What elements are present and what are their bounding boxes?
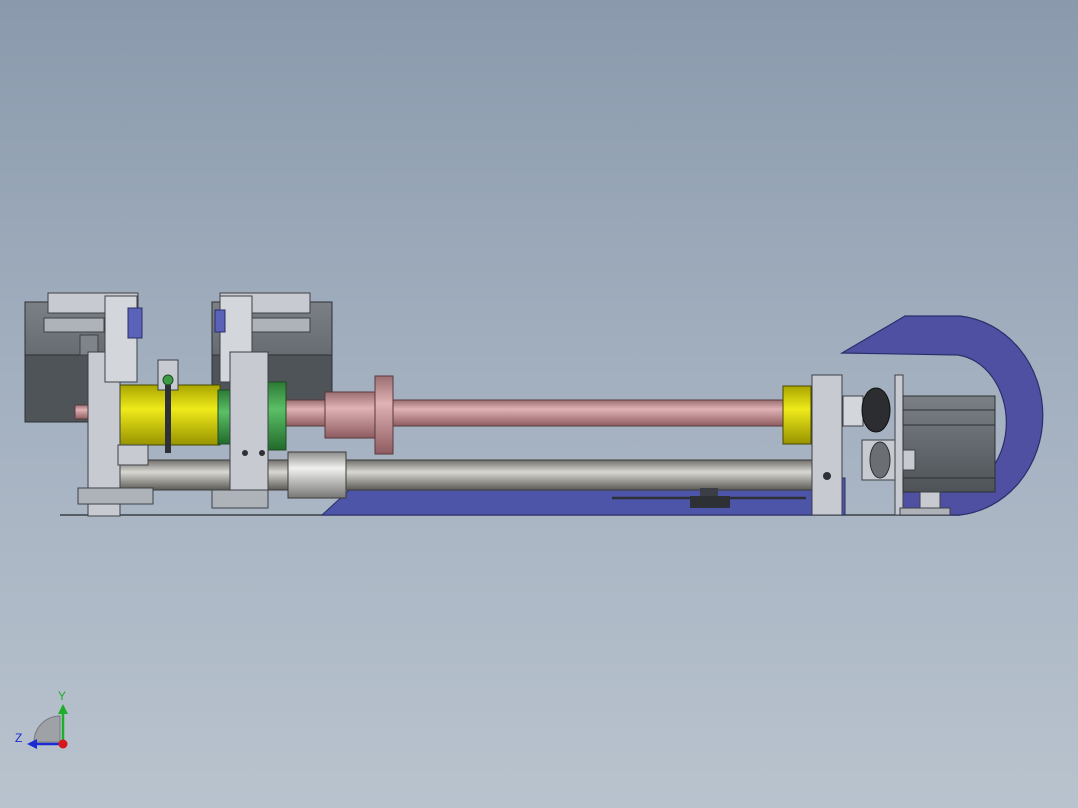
yellow-collar-right[interactable] xyxy=(782,385,812,445)
y-axis-label: Y xyxy=(58,689,66,703)
x-axis-dot xyxy=(58,739,68,749)
right-support-bracket[interactable] xyxy=(811,374,864,516)
z-axis-label: Z xyxy=(15,731,22,745)
cad-viewport[interactable]: Y Z xyxy=(0,0,1078,808)
coordinate-triad: Y Z xyxy=(15,689,68,749)
pulley-assembly[interactable] xyxy=(861,374,904,516)
assembly-model[interactable]: Y Z xyxy=(0,0,1078,808)
triad-arc xyxy=(33,715,61,743)
